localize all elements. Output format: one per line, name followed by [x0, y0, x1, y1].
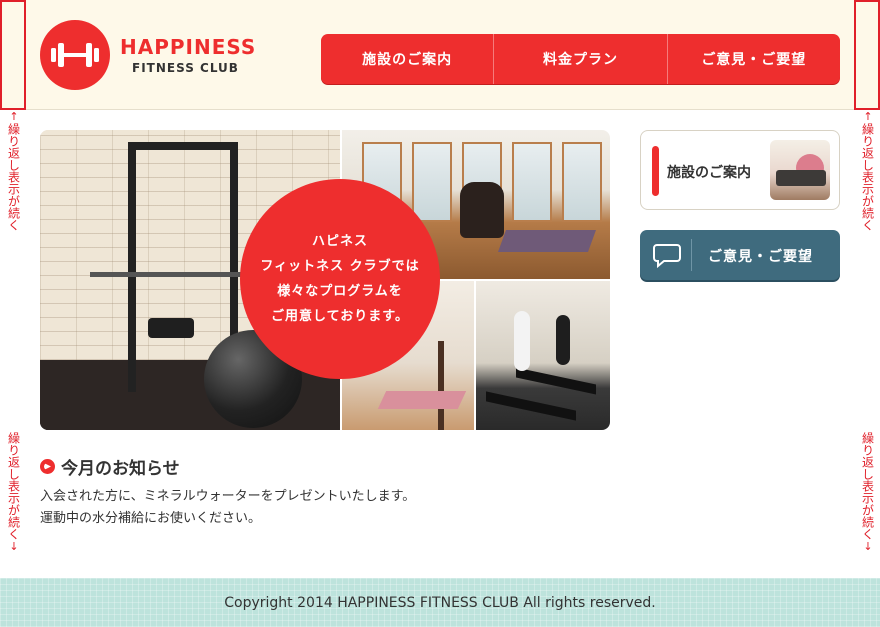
repeat-note-right-bottom: 繰り返し表示が続く ↓ — [855, 432, 880, 578]
repeat-note-label: 繰り返し表示が続く — [6, 123, 21, 231]
feedback-button[interactable]: ご意見・ご要望 — [640, 230, 840, 280]
repeat-note-label: 繰り返し表示が続く — [6, 432, 21, 540]
feedback-button-label: ご意見・ご要望 — [708, 249, 813, 265]
facility-banner-label: 施設のご案内 — [667, 165, 751, 181]
logo-subtitle: FITNESS CLUB — [132, 60, 239, 75]
logo-title: HAPPINESS — [120, 34, 257, 59]
nav-item-pricing[interactable]: 料金プラン — [494, 34, 668, 84]
hero-line: ご用意しております。 — [271, 309, 409, 324]
up-arrow-icon: ↑ — [7, 110, 21, 123]
repeat-marker-box-left-top — [0, 0, 26, 110]
site-header: HAPPINESS FITNESS CLUB 施設のご案内 料金プラン ご意見・… — [0, 0, 880, 110]
news-body: 入会された方に、ミネラルウォーターをプレゼントいたします。 運動中の水分補給にお… — [40, 486, 415, 530]
repeat-note-left-bottom: 繰り返し表示が続く ↓ — [1, 432, 27, 578]
copyright-text: Copyright 2014 HAPPINESS FITNESS CLUB Al… — [224, 594, 656, 611]
news-title: 今月のお知らせ — [61, 459, 180, 479]
down-arrow-icon: ↓ — [861, 540, 875, 553]
hero-line: ハピネス — [311, 234, 368, 249]
news-line: 入会された方に、ミネラルウォーターをプレゼントいたします。 — [40, 489, 416, 504]
news-line: 運動中の水分補給にお使いください。 — [40, 511, 262, 526]
bullet-icon — [40, 459, 55, 474]
nav-item-feedback[interactable]: ご意見・ご要望 — [668, 34, 840, 84]
repeat-note-label: 繰り返し表示が続く — [860, 123, 875, 231]
down-arrow-icon: ↓ — [7, 540, 21, 553]
news-heading: 今月のお知らせ — [40, 454, 180, 479]
hero-line: フィットネス クラブでは — [260, 259, 420, 274]
speech-bubble-icon — [652, 243, 682, 273]
hero-line: 様々なプログラムを — [277, 284, 403, 299]
dumbbell-icon — [40, 20, 110, 90]
facility-thumbnail — [770, 140, 830, 200]
repeat-note-right-top: ↑ 繰り返し表示が続く — [855, 110, 880, 255]
repeat-note-left-top: ↑ 繰り返し表示が続く — [1, 110, 27, 255]
hero-collage: ハピネス フィットネス クラブでは 様々なプログラムを ご用意しております。 — [40, 130, 610, 430]
nav-item-facility[interactable]: 施設のご案内 — [321, 34, 495, 84]
site-logo[interactable]: HAPPINESS FITNESS CLUB — [40, 20, 256, 90]
up-arrow-icon: ↑ — [861, 110, 875, 123]
repeat-note-label: 繰り返し表示が続く — [860, 432, 875, 540]
facility-banner[interactable]: 施設のご案内 — [640, 130, 840, 210]
repeat-marker-box-right-top — [854, 0, 880, 110]
gym-photo-treadmills — [476, 281, 610, 430]
global-nav: 施設のご案内 料金プラン ご意見・ご要望 — [321, 34, 840, 84]
hero-message-circle: ハピネス フィットネス クラブでは 様々なプログラムを ご用意しております。 — [240, 179, 440, 379]
site-footer: Copyright 2014 HAPPINESS FITNESS CLUB Al… — [0, 578, 880, 627]
